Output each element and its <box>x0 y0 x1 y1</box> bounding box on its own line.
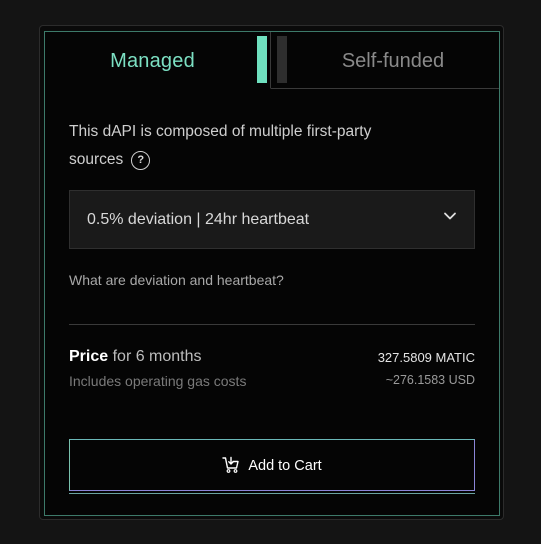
tab-indicator <box>277 36 287 83</box>
add-to-cart-content: Add to Cart <box>70 456 474 474</box>
pricing-card: Managed Self-funded This dAPI is compose… <box>44 31 500 516</box>
price-matic: 327.5809 MATIC <box>377 350 475 365</box>
add-to-cart-label: Add to Cart <box>248 458 322 474</box>
tab-managed-label: Managed <box>110 50 195 72</box>
deviation-heartbeat-select[interactable]: 0.5% deviation | 24hr heartbeat <box>69 190 475 249</box>
active-tab-indicator <box>257 36 267 83</box>
description-text: This dAPI is composed of multiple first-… <box>69 123 372 168</box>
add-to-cart-button[interactable]: Add to Cart <box>69 439 475 491</box>
chevron-down-icon <box>444 212 456 220</box>
price-usd: ~276.1583 USD <box>385 373 475 387</box>
cart-icon <box>222 456 240 473</box>
price-heading: Price for 6 months <box>69 348 202 366</box>
tab-bar: Managed Self-funded <box>45 32 499 90</box>
price-period: for 6 months <box>112 348 202 365</box>
tab-self-funded-label: Self-funded <box>341 50 445 72</box>
deviation-heartbeat-help-link[interactable]: What are deviation and heartbeat? <box>69 272 284 288</box>
divider <box>69 324 475 325</box>
question-circle-icon[interactable]: ? <box>131 151 151 170</box>
price-label: Price <box>69 348 109 365</box>
price-note: Includes operating gas costs <box>69 373 247 389</box>
tab-self-funded[interactable]: Self-funded <box>271 32 499 89</box>
button-underline <box>69 493 475 494</box>
description: This dAPI is composed of multiple first-… <box>69 118 379 174</box>
tab-managed[interactable]: Managed <box>45 32 271 89</box>
select-value: 0.5% deviation | 24hr heartbeat <box>87 211 310 228</box>
